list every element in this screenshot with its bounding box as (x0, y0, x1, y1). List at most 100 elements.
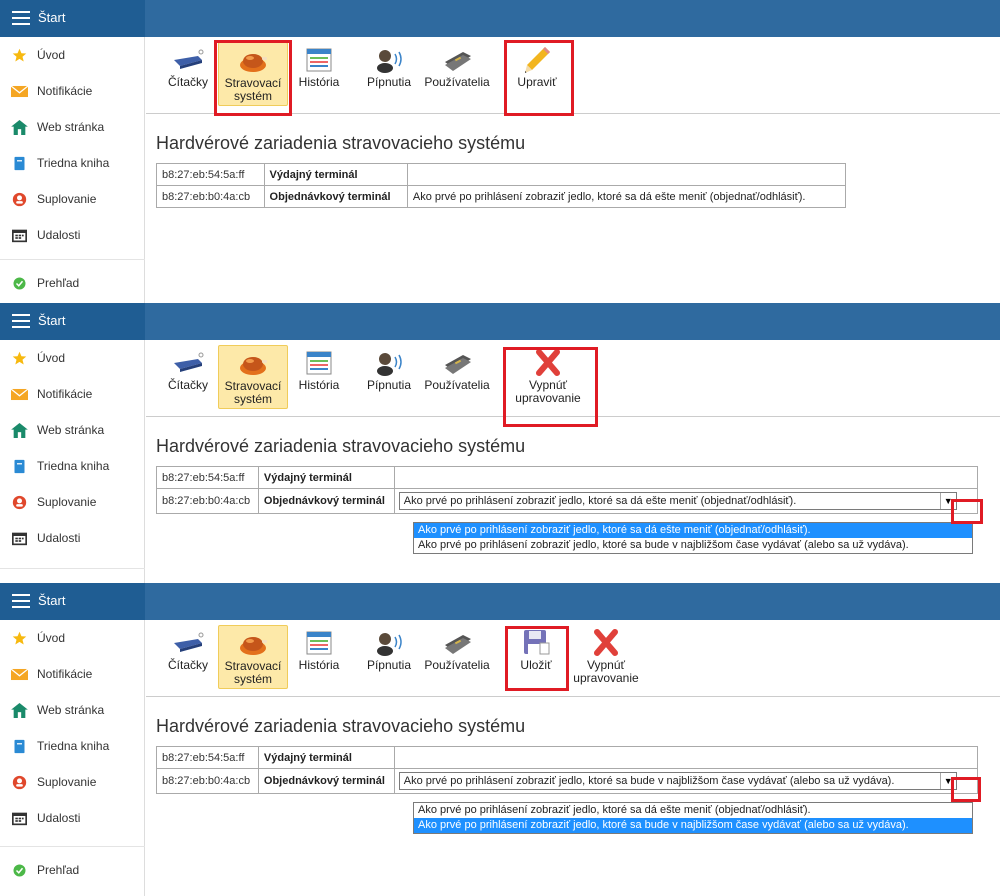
readers-button[interactable]: Čítačky (166, 42, 210, 106)
substitute-icon (12, 495, 27, 510)
calendar-icon (12, 812, 27, 826)
app-title[interactable]: Štart (38, 593, 65, 608)
sidebar-item-uvod[interactable]: Úvod (0, 620, 145, 656)
dropdown-option[interactable]: Ako prvé po prihlásení zobraziť jedlo, k… (414, 818, 972, 833)
sidebar-item-label: Web stránka (37, 423, 105, 437)
check-circle-icon (13, 864, 26, 877)
dropdown-option[interactable]: Ako prvé po prihlásení zobraziť jedlo, k… (414, 803, 972, 818)
sidebar-item-suplovanie[interactable]: Suplovanie (0, 764, 145, 800)
device-mac: b8:27:eb:b0:4a:cb (156, 185, 265, 208)
app-title[interactable]: Štart (38, 10, 65, 25)
dining-system-button[interactable]: Stravovací systém (218, 625, 288, 689)
sidebar-item-triedna-kniha[interactable]: Triedna kniha (0, 728, 145, 764)
sidebar-item-notifikacie[interactable]: Notifikácie (0, 73, 145, 109)
device-name: Výdajný terminál (257, 746, 395, 769)
sidebar-item-label: Web stránka (37, 703, 105, 717)
device-name: Objednávkový terminál (257, 488, 395, 514)
top-bar: Štart (0, 583, 1000, 620)
sidebar-item-label: Udalosti (37, 228, 81, 242)
sidebar-item-label: Suplovanie (37, 192, 97, 206)
sidebar-item-prehlad[interactable]: Prehľad (0, 852, 145, 888)
dropdown-arrow-icon[interactable]: ▼ (939, 773, 956, 789)
hamburger-menu-icon[interactable] (12, 594, 30, 608)
save-button[interactable]: Uložiť (514, 625, 558, 689)
setting-select[interactable]: Ako prvé po prihlásení zobraziť jedlo, k… (398, 492, 957, 510)
disable-editing-button[interactable]: Vypnúť upravovanie (508, 345, 588, 409)
hamburger-menu-icon[interactable] (12, 11, 30, 25)
page-heading: Hardvérové zariadenia stravovacieho syst… (156, 716, 526, 736)
sidebar-item-prehlad[interactable]: Prehľad (0, 265, 145, 301)
dining-system-button[interactable]: Stravovací systém (218, 345, 288, 409)
edit-button[interactable]: Upraviť (512, 42, 562, 106)
toolbar: Čítačky Stravovací systém História Pípnu… (146, 620, 1000, 697)
sidebar-divider (0, 568, 145, 569)
sidebar-item-uvod[interactable]: Úvod (0, 37, 145, 73)
sidebar-item-label: Úvod (37, 631, 66, 645)
sidebar-item-suplovanie[interactable]: Suplovanie (0, 181, 145, 217)
sidebar-item-label: Triedna kniha (37, 739, 110, 753)
dropdown-option[interactable]: Ako prvé po prihlásení zobraziť jedlo, k… (414, 538, 972, 553)
devices-table: b8:27:eb:54:5a:ff Výdajný terminál b8:27… (156, 163, 847, 208)
device-setting (393, 466, 979, 489)
sidebar-item-triedna-kniha[interactable]: Triedna kniha (0, 448, 145, 484)
sidebar-item-notifikacie[interactable]: Notifikácie (0, 376, 145, 412)
card-reader-icon (174, 49, 204, 69)
person-beep-icon (377, 50, 402, 73)
sidebar-item-label: Triedna kniha (37, 156, 110, 170)
sidebar-item-web[interactable]: Web stránka (0, 692, 145, 728)
app-title[interactable]: Štart (38, 313, 65, 328)
roast-chicken-icon (240, 54, 267, 72)
pins-button[interactable]: Pípnutia (364, 42, 414, 106)
sidebar-divider (0, 846, 145, 847)
roast-chicken-icon (240, 357, 267, 375)
dining-system-button[interactable]: Stravovací systém (218, 42, 288, 106)
users-button[interactable]: Používatelia (422, 345, 492, 409)
sidebar-item-label: Notifikácie (37, 667, 93, 681)
users-button[interactable]: Používatelia (422, 625, 492, 689)
pins-button[interactable]: Pípnutia (364, 345, 414, 409)
setting-select[interactable]: Ako prvé po prihlásení zobraziť jedlo, k… (398, 772, 957, 790)
main-content: Čítačky Stravovací systém História Pípnu… (146, 620, 1000, 896)
readers-button[interactable]: Čítačky (166, 625, 210, 689)
sidebar-item-web[interactable]: Web stránka (0, 412, 145, 448)
setting-dropdown-list: Ako prvé po prihlásení zobraziť jedlo, k… (413, 522, 973, 554)
hamburger-menu-icon[interactable] (12, 314, 30, 328)
pins-button[interactable]: Pípnutia (364, 625, 414, 689)
users-cards-icon (445, 355, 471, 374)
sidebar-item-suplovanie[interactable]: Suplovanie (0, 484, 145, 520)
history-button[interactable]: História (294, 42, 344, 106)
device-name: Objednávkový terminál (263, 185, 408, 208)
sidebar-item-udalosti[interactable]: Udalosti (0, 217, 145, 253)
calendar-icon (12, 229, 27, 243)
table-row: b8:27:eb:b0:4a:cb Objednávkový terminál … (156, 768, 979, 794)
close-x-icon (536, 349, 560, 376)
sidebar: Úvod Notifikácie Web stránka Triedna kni… (0, 340, 145, 583)
page-heading: Hardvérové zariadenia stravovacieho syst… (156, 436, 526, 456)
dropdown-arrow-icon[interactable]: ▼ (939, 493, 956, 509)
home-icon (11, 423, 28, 438)
device-setting (406, 163, 847, 186)
check-circle-icon (13, 277, 26, 290)
users-button[interactable]: Používatelia (422, 42, 492, 106)
person-beep-icon (377, 353, 402, 376)
sidebar-item-triedna-kniha[interactable]: Triedna kniha (0, 145, 145, 181)
dropdown-option[interactable]: Ako prvé po prihlásení zobraziť jedlo, k… (414, 523, 972, 538)
device-name: Objednávkový terminál (257, 768, 395, 794)
users-cards-icon (445, 635, 471, 654)
device-mac: b8:27:eb:b0:4a:cb (156, 768, 259, 794)
sidebar-item-uvod[interactable]: Úvod (0, 340, 145, 376)
sidebar-item-web[interactable]: Web stránka (0, 109, 145, 145)
envelope-icon (11, 388, 28, 401)
pencil-icon (525, 47, 550, 73)
sidebar-item-udalosti[interactable]: Udalosti (0, 520, 145, 556)
history-button[interactable]: História (294, 625, 344, 689)
home-icon (11, 120, 28, 135)
readers-button[interactable]: Čítačky (166, 345, 210, 409)
sidebar-item-label: Notifikácie (37, 387, 93, 401)
book-icon (14, 156, 25, 171)
sidebar-item-notifikacie[interactable]: Notifikácie (0, 656, 145, 692)
setting-dropdown-list: Ako prvé po prihlásení zobraziť jedlo, k… (413, 802, 973, 834)
sidebar-item-udalosti[interactable]: Udalosti (0, 800, 145, 836)
disable-editing-button[interactable]: Vypnúť upravovanie (566, 625, 646, 689)
history-button[interactable]: História (294, 345, 344, 409)
